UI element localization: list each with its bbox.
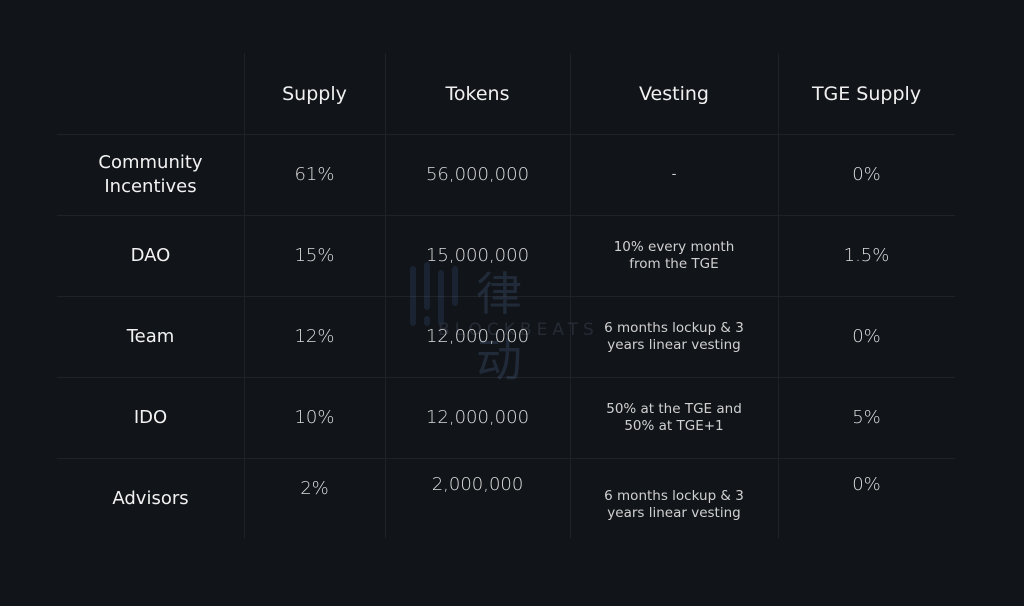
vesting-value: 6 months lockup & 3 years linear vesting [604, 319, 744, 353]
row-label: Team [126, 325, 175, 347]
tokens-value: 12,000,000 [425, 326, 530, 347]
tge-supply-value: 0% [852, 474, 881, 495]
tokens-value: 56,000,000 [425, 164, 530, 185]
vesting-value: 50% at the TGE and 50% at TGE+1 [606, 400, 742, 434]
header-supply: Supply [282, 82, 347, 105]
tokens-value: 15,000,000 [425, 245, 530, 266]
tokens-value: 2,000,000 [431, 474, 524, 495]
row-label: Advisors [112, 487, 189, 509]
tge-supply-value: 0% [852, 326, 881, 347]
vesting-value: 6 months lockup & 3 years linear vesting [604, 487, 744, 521]
header-tokens: Tokens [445, 82, 510, 105]
supply-value: 15% [294, 245, 335, 266]
header-vesting: Vesting [639, 82, 709, 105]
supply-value: 61% [294, 164, 335, 185]
supply-value: 2% [300, 478, 329, 499]
supply-value: 10% [294, 407, 335, 428]
tge-supply-value: 0% [852, 164, 881, 185]
vesting-value: - [671, 166, 677, 182]
row-label: IDO [133, 406, 168, 428]
row-label: DAO [130, 244, 171, 266]
tge-supply-value: 1.5% [843, 245, 890, 266]
supply-value: 12% [294, 326, 335, 347]
vesting-value: 10% every month from the TGE [613, 238, 735, 272]
header-empty [57, 53, 244, 134]
header-tge-supply: TGE Supply [811, 82, 922, 105]
row-label: Community Incentives [98, 151, 203, 197]
